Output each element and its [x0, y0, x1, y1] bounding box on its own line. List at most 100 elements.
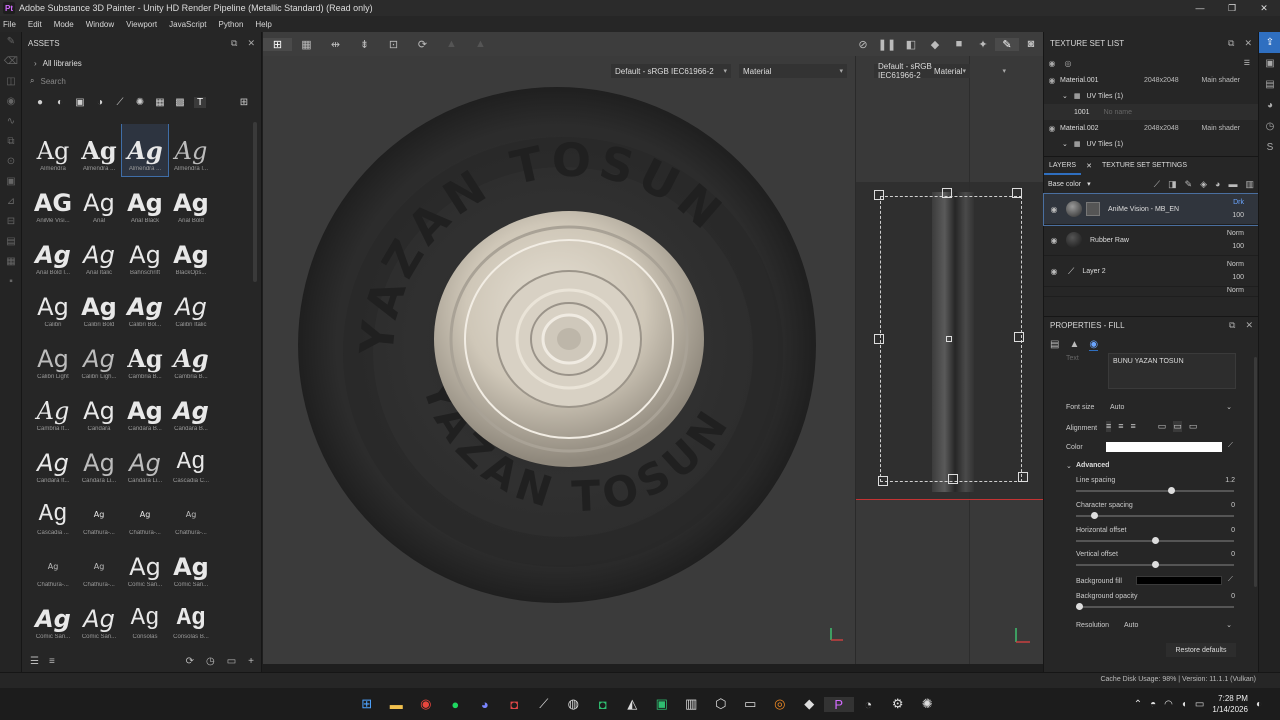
camera-icon[interactable]: ■	[947, 38, 971, 50]
advanced-label[interactable]: Advanced	[1076, 462, 1109, 469]
volume-icon[interactable]: ◖	[1181, 699, 1187, 710]
select-tool-icon[interactable]: ⊞	[263, 37, 292, 51]
slider-knob[interactable]	[1151, 561, 1159, 568]
cube-icon[interactable]: ◆	[923, 38, 947, 51]
menu-python[interactable]: Python	[219, 20, 244, 29]
eye-icon[interactable]: ◉	[1044, 59, 1060, 68]
font-asset[interactable]: Ag Comic San...	[122, 540, 168, 592]
slider-knob[interactable]	[1168, 487, 1176, 494]
close-panel-icon[interactable]: ✕	[1244, 38, 1252, 49]
restore-defaults-button[interactable]: Restore defaults	[1166, 643, 1236, 657]
transform-pivot[interactable]	[946, 336, 952, 342]
font-asset[interactable]: Ag Cambria It...	[30, 384, 76, 436]
symmetry-icon[interactable]: ⇹	[321, 38, 350, 51]
trash-icon[interactable]: ▥	[1245, 179, 1254, 190]
new-folder-icon[interactable]: ▭	[227, 656, 236, 667]
filter-list-icon[interactable]: ≡	[49, 656, 55, 667]
settings-app-icon[interactable]: ⚙	[883, 696, 913, 712]
shelf-icon[interactable]: S	[1259, 137, 1280, 158]
masks-filter-icon[interactable]: ▣	[74, 97, 86, 108]
font-asset[interactable]: Ag Chathura-...	[122, 488, 168, 540]
gear-icon[interactable]: ✺	[913, 696, 943, 712]
font-asset[interactable]: Ag Chathura-...	[168, 488, 214, 540]
font-asset[interactable]: Ag Cascadia C...	[168, 436, 214, 488]
refresh-icon[interactable]: ⟳	[186, 656, 194, 667]
terminal-icon[interactable]: ▭	[736, 696, 766, 712]
layer-item[interactable]: ◉ ⟋ Layer 2 Norm 100	[1044, 256, 1258, 287]
blender-icon[interactable]: ◎	[765, 696, 795, 712]
chevron-up-icon[interactable]: ⌃	[1134, 699, 1142, 710]
close-window-button[interactable]: ✕	[1248, 0, 1280, 16]
document-dock-icon[interactable]: ▤	[1259, 74, 1280, 95]
slider-knob[interactable]	[1076, 603, 1083, 610]
font-asset[interactable]: Ag Comic San...	[168, 540, 214, 592]
font-asset[interactable]: Ag Candara B...	[122, 384, 168, 436]
blend-mode[interactable]: Norm	[1227, 287, 1244, 294]
font-asset[interactable]: Ag Almendra ...	[76, 124, 122, 176]
folder-icon[interactable]: ▬	[1228, 179, 1237, 190]
mask-icon[interactable]: ◨	[1168, 179, 1177, 190]
channel-select-2d[interactable]: Material ▾	[930, 64, 1010, 78]
menu-edit[interactable]: Edit	[28, 20, 42, 29]
recorder-icon[interactable]: ◘	[500, 697, 530, 712]
vertical-offset-slider[interactable]	[1076, 561, 1234, 568]
line-spacing-value[interactable]: 1.2	[1225, 477, 1235, 484]
assets-scrollbar[interactable]	[253, 122, 257, 282]
undock-icon[interactable]: ⧉	[231, 38, 237, 49]
grid-view-icon[interactable]: ⊞	[238, 97, 250, 108]
affinity-icon[interactable]: ⟋	[529, 696, 559, 712]
no-mask-icon[interactable]: ⊘	[851, 38, 875, 51]
projection-icon[interactable]: ◫	[0, 72, 22, 92]
transform-handle[interactable]	[874, 334, 884, 344]
menu-viewport[interactable]: Viewport	[126, 20, 157, 29]
tab-texture-set-settings[interactable]: TEXTURE SET SETTINGS	[1097, 162, 1192, 169]
font-asset[interactable]: Ag Comic San...	[76, 592, 122, 644]
font-asset[interactable]: Ag Calibri	[30, 280, 76, 332]
effects-icon[interactable]: ◕	[1215, 179, 1220, 190]
font-asset[interactable]: Ag Arial Bold I...	[30, 228, 76, 280]
filters-filter-icon[interactable]: ▦	[154, 97, 166, 108]
slider-knob[interactable]	[1151, 537, 1159, 544]
brush-mode-icon[interactable]: ✎	[995, 37, 1019, 51]
share-icon[interactable]: ⇪	[1259, 32, 1280, 53]
menu-javascript[interactable]: JavaScript	[169, 20, 206, 29]
screenshot-icon[interactable]: ◙	[1019, 38, 1043, 50]
light-icon[interactable]: ✦	[971, 38, 995, 51]
font-asset[interactable]: Ag Bahnschrift	[122, 228, 168, 280]
paint-layer-icon[interactable]: ✎	[1185, 179, 1193, 190]
layers-tool-icon[interactable]: ▤	[0, 232, 22, 252]
blend-mode[interactable]: Norm	[1227, 230, 1244, 237]
eyedropper-icon[interactable]: ⟋	[1228, 442, 1233, 450]
font-asset[interactable]: Ag Calibri Light	[30, 332, 76, 384]
battery-icon[interactable]: ▭	[1195, 699, 1204, 710]
align-right-icon[interactable]: ≡	[1131, 421, 1136, 432]
asset-search-input[interactable]: ⌕ Search	[30, 74, 253, 88]
transform-handle[interactable]	[878, 476, 888, 486]
font-asset[interactable]: Ag Candara Li...	[122, 436, 168, 488]
slider-knob[interactable]	[1091, 512, 1099, 519]
font-asset[interactable]: Ag Candara Li...	[76, 436, 122, 488]
uv-tile-row[interactable]: 1001 No name	[1044, 104, 1258, 120]
layer-item[interactable]: ◉ AniMe Vision - MB_EN Drk 100	[1043, 193, 1259, 226]
font-asset[interactable]: Ag Calibri Italic	[168, 280, 214, 332]
close-panel-icon[interactable]: ✕	[1245, 320, 1253, 331]
wand-icon[interactable]: ⟋	[1154, 179, 1160, 190]
discord-icon[interactable]: ◕	[470, 697, 500, 712]
text-tool-icon[interactable]: ⊟	[0, 212, 22, 232]
unity-icon[interactable]: ⬡	[706, 696, 736, 712]
layer-opacity[interactable]: 100	[1232, 243, 1244, 250]
font-asset[interactable]: Ag Candara It...	[30, 436, 76, 488]
font-asset[interactable]: Ag Chathura-...	[76, 540, 122, 592]
transform-icon[interactable]: ⊡	[379, 38, 408, 51]
chrome-icon[interactable]: ◉	[411, 696, 441, 712]
particles-filter-icon[interactable]: ✺	[134, 97, 146, 108]
font-asset[interactable]: Ag Cambria B...	[122, 332, 168, 384]
store-icon[interactable]: ◭	[618, 696, 648, 712]
geometry-mask-icon[interactable]: ◉	[0, 92, 22, 112]
nvidia-icon[interactable]: ▥	[677, 696, 707, 712]
properties-scrollbar[interactable]	[1254, 357, 1257, 587]
bake-icon[interactable]: ▦	[0, 252, 22, 272]
stamp-icon[interactable]: ▪	[0, 272, 22, 292]
layer-item[interactable]: Norm	[1044, 287, 1258, 297]
display-settings-icon[interactable]: ◕	[1259, 95, 1280, 116]
